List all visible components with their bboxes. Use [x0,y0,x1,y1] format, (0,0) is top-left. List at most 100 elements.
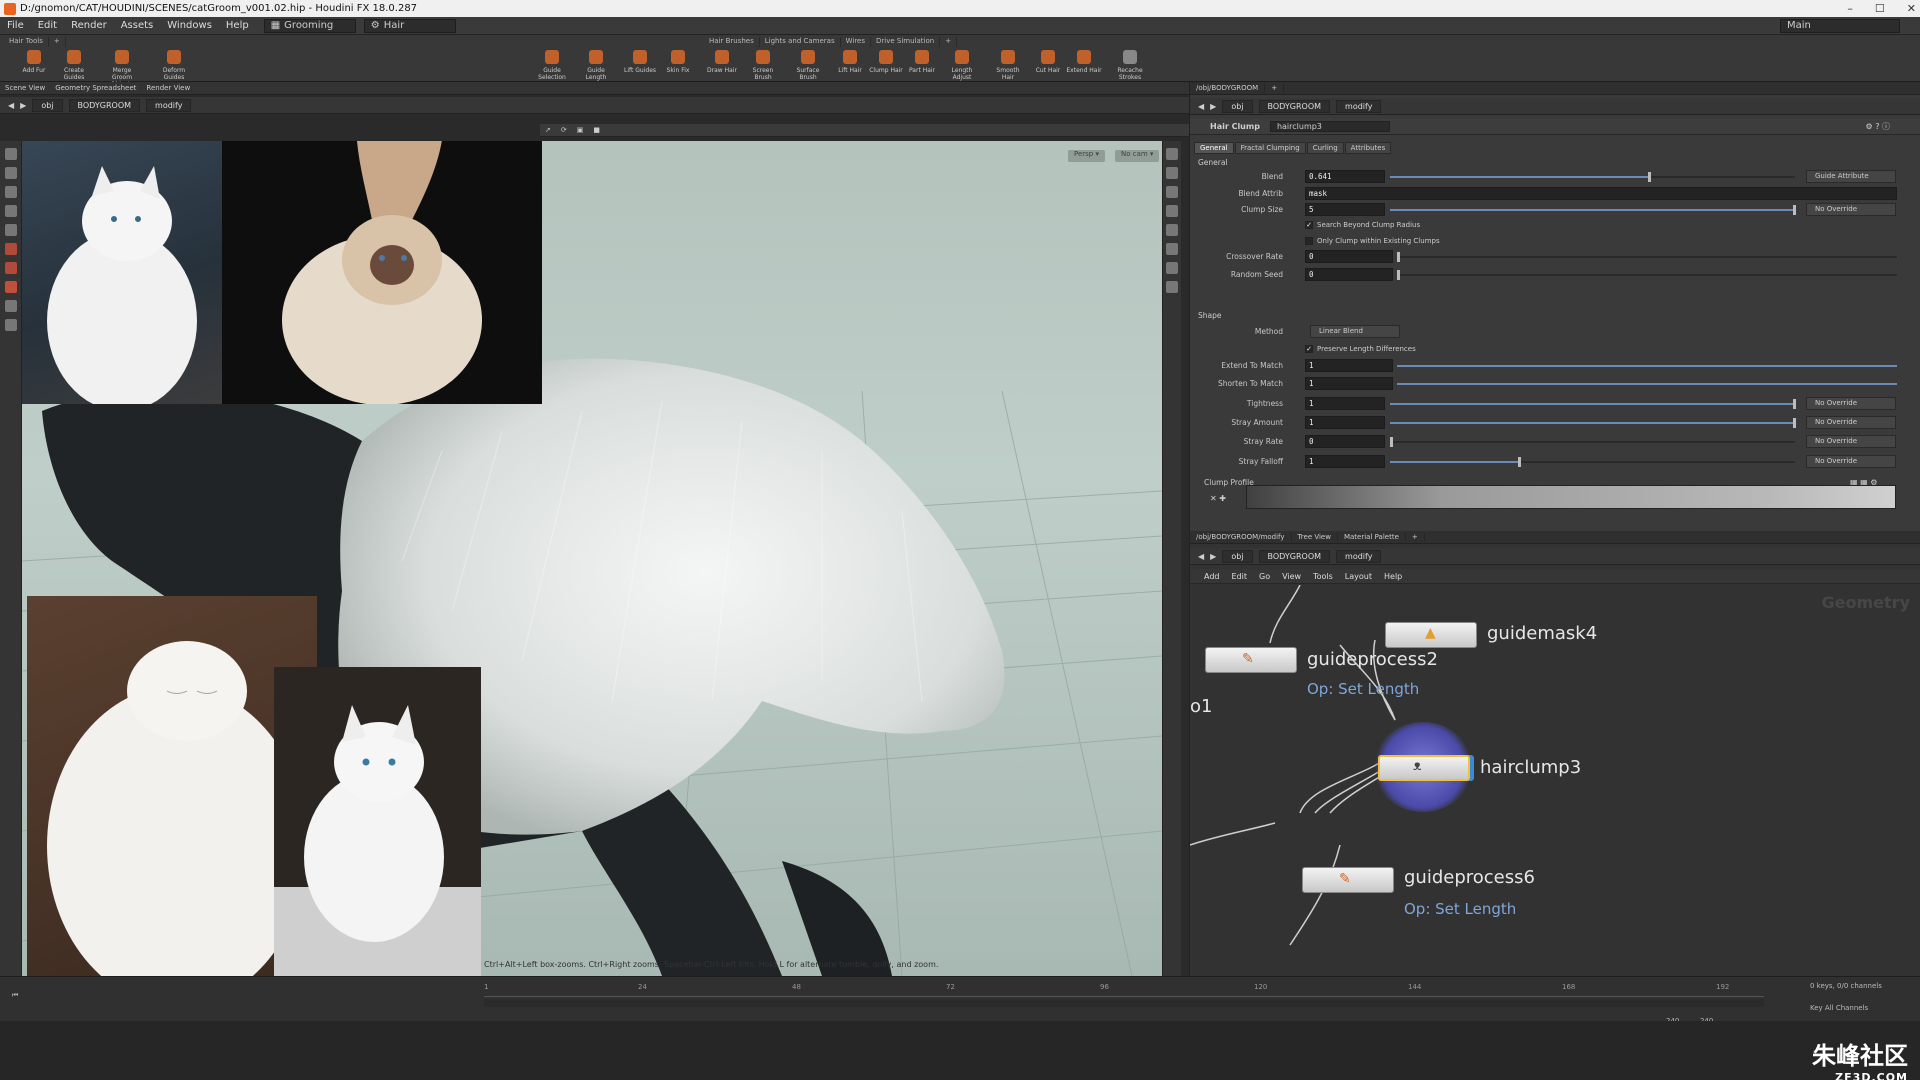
random-seed-field[interactable]: 0 [1305,268,1393,281]
net-menu-view[interactable]: View [1278,572,1305,581]
tab-network-path[interactable]: /obj/BODYGROOM/modify [1190,533,1292,541]
shelf-tool-lift-hair[interactable]: Lift Hair [832,48,868,80]
clump-size-field[interactable]: 5 [1305,203,1385,216]
extend-to-match-field[interactable]: 1 [1305,359,1393,372]
tab-general[interactable]: General [1194,142,1234,154]
transform-tool-icon[interactable]: ⟳ [556,126,572,134]
select-tool-icon[interactable]: ➚ [540,126,556,134]
menu-assets[interactable]: Assets [114,20,161,31]
view-tool-icon[interactable] [4,300,17,312]
blend-field[interactable]: 0.641 [1305,170,1385,183]
shelf-tool-clump-hair[interactable]: Clump Hair [868,48,904,80]
shading-icon[interactable] [1166,167,1178,179]
path-crumb-bodygroom[interactable]: BODYGROOM [68,98,141,112]
tab-scene-view[interactable]: Scene View [0,84,50,92]
tab-fractal-clumping[interactable]: Fractal Clumping [1234,142,1306,154]
play-controls[interactable]: ⏮ [12,991,18,1000]
rotate-icon[interactable] [4,186,17,198]
persp-menu[interactable]: Persp ▾ [1068,150,1105,162]
shelf-tool-part-hair[interactable]: Part Hair [904,48,940,80]
tab-material-palette[interactable]: Material Palette [1338,533,1406,541]
stray-falloff-slider[interactable] [1390,457,1795,467]
shelf-tool-recache-strokes[interactable]: Recache Strokes [1112,48,1148,81]
shelf-tool-add-fur[interactable]: Add Fur [16,48,52,80]
add-shelf-tab-icon[interactable]: + [49,37,66,47]
path-crumb-modify[interactable]: modify [1336,549,1382,563]
shelf-tool-extend-hair[interactable]: Extend Hair [1066,48,1102,80]
forward-arrow-icon[interactable]: ▶ [1210,552,1216,561]
stray-rate-slider[interactable] [1390,437,1795,447]
shorten-to-match-slider[interactable] [1397,383,1897,385]
add-tab-icon[interactable]: + [1406,533,1425,541]
shelf-tool-smooth-hair[interactable]: Smooth Hair [990,48,1026,81]
normals-icon[interactable] [1166,281,1178,293]
path-crumb-obj[interactable]: obj [32,98,63,112]
menu-edit[interactable]: Edit [31,20,64,31]
shelf-tool-surface-brush[interactable]: Surface Brush [790,48,826,81]
crossover-rate-field[interactable]: 0 [1305,250,1393,263]
shelf-tool-skin-fix[interactable]: Skin Fix [660,48,696,80]
stray-amount-slider-knob[interactable] [1793,418,1796,428]
points-icon[interactable] [1166,262,1178,274]
path-crumb-bodygroom[interactable]: BODYGROOM [1258,549,1331,563]
shelf-tool-guide-length[interactable]: Guide Length [578,48,614,81]
key-all-channels-button[interactable]: Key All Channels [1810,1004,1868,1012]
tightness-override-select[interactable]: No Override [1806,397,1896,410]
stray-falloff-field[interactable]: 1 [1305,455,1385,468]
timeline[interactable]: ⏮ 1 24 48 72 96 120 144 168 192 240 240 … [0,976,1920,1025]
network-canvas[interactable]: Geometry ✎ guideprocess2 Op: Set Length … [1190,585,1920,976]
checkbox-unchecked[interactable] [1305,237,1313,245]
lock-icon[interactable] [1166,186,1178,198]
timeline-ruler[interactable]: 1 24 48 72 96 120 144 168 192 [484,983,1764,997]
random-seed-slider-knob[interactable] [1397,270,1400,280]
tab-curling[interactable]: Curling [1306,142,1344,154]
gear-icon[interactable]: ⚙ ? ⓘ [1865,121,1890,132]
select-icon[interactable] [4,148,17,160]
net-menu-add[interactable]: Add [1200,572,1224,581]
back-arrow-icon[interactable]: ◀ [1198,552,1204,561]
shelf-tab-hair-brushes[interactable]: Hair Brushes [704,37,760,47]
stray-falloff-slider-knob[interactable] [1517,457,1521,467]
search-beyond-checkbox[interactable]: ✓ Search Beyond Clump Radius [1305,219,1420,231]
blend-slider[interactable] [1390,172,1795,182]
path-crumb-obj[interactable]: obj [1222,99,1253,113]
context-select[interactable]: ⚙ Hair [363,18,456,33]
lights-icon[interactable] [1166,148,1178,160]
stray-rate-override-select[interactable]: No Override [1806,435,1896,448]
shelf-tool-draw-hair[interactable]: Draw Hair [704,48,740,80]
clump-size-slider-knob[interactable] [1793,205,1796,215]
stray-amount-field[interactable]: 1 [1305,416,1385,429]
close-button[interactable]: ✕ [1907,0,1916,17]
shelf-tab-hair-tools[interactable]: Hair Tools [4,37,49,47]
ramp-add-point-icon[interactable]: ✕ ✚ [1210,494,1226,503]
shelf-tab-drive-simulation[interactable]: Drive Simulation [871,37,941,47]
random-seed-slider[interactable] [1397,270,1897,280]
display-options-icon[interactable]: ■ [588,126,605,134]
blend-slider-knob[interactable] [1647,172,1651,182]
node-body[interactable] [1378,755,1470,781]
net-menu-edit[interactable]: Edit [1228,572,1252,581]
tab-geometry-spreadsheet[interactable]: Geometry Spreadsheet [50,84,141,92]
snap-icon[interactable] [1166,243,1178,255]
node-name-field[interactable]: hairclump3 [1269,121,1390,132]
net-menu-help[interactable]: Help [1380,572,1406,581]
clump-size-slider[interactable] [1390,205,1796,215]
net-menu-layout[interactable]: Layout [1341,572,1376,581]
shelf-tool-deform-guides[interactable]: Deform Guides [156,48,192,81]
checkbox-checked[interactable]: ✓ [1305,221,1313,229]
net-menu-go[interactable]: Go [1255,572,1274,581]
stray-amount-override-select[interactable]: No Override [1806,416,1896,429]
shelf-tool-cut-hair[interactable]: Cut Hair [1030,48,1066,80]
grid-icon[interactable] [1166,224,1178,236]
path-crumb-bodygroom[interactable]: BODYGROOM [1258,99,1331,113]
path-crumb-modify[interactable]: modify [1336,99,1382,113]
tab-param-path[interactable]: /obj/BODYGROOM [1190,84,1266,92]
extend-to-match-slider[interactable] [1397,365,1897,367]
back-arrow-icon[interactable]: ◀ [8,101,14,110]
desktop-select[interactable]: ▦ Grooming [263,18,356,33]
minimize-button[interactable]: – [1847,0,1853,17]
brush-tool-icon[interactable] [4,262,17,274]
checkbox-checked[interactable]: ✓ [1305,345,1313,353]
shelf-tool-guide-selection[interactable]: Guide Selection [534,48,570,81]
maximize-button[interactable]: ☐ [1875,0,1885,17]
